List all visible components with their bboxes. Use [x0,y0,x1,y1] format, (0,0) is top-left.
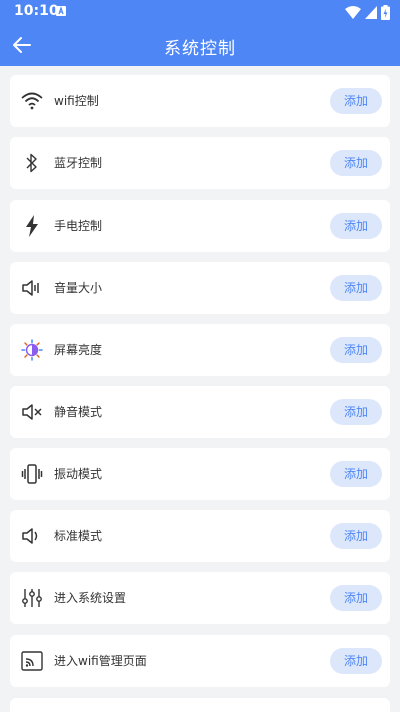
item-label: 屏幕亮度 [54,343,103,357]
vibrate-icon [20,462,44,486]
list-item-mute: 静音模式 添加 [10,386,390,438]
app-bar: 系统控制 [0,24,400,66]
volume-icon [20,276,44,300]
list-item-next-partial [10,698,390,712]
wifi-signal-icon [345,6,361,19]
list-item-bluetooth: 蓝牙控制 添加 [10,137,390,189]
add-button[interactable]: 添加 [330,275,382,301]
item-label: 标准模式 [54,529,103,543]
brightness-icon [20,338,44,362]
list-item-volume: 音量大小 添加 [10,262,390,314]
add-button[interactable]: 添加 [330,337,382,363]
add-button[interactable]: 添加 [330,150,382,176]
list-item-wifi: wifi控制 添加 [10,75,390,127]
add-button[interactable]: 添加 [330,523,382,549]
add-button[interactable]: 添加 [330,461,382,487]
wifi-settings-icon [20,649,44,673]
list-item-flashlight: 手电控制 添加 [10,200,390,252]
add-button[interactable]: 添加 [330,648,382,674]
item-label: wifi控制 [54,94,99,108]
item-label: 进入系统设置 [54,591,127,605]
item-label: 蓝牙控制 [54,156,103,170]
notification-icon [56,6,66,16]
list-item-wifi-settings: 进入wifi管理页面 添加 [10,635,390,687]
item-label: 振动模式 [54,467,103,481]
list-item-vibrate: 振动模式 添加 [10,448,390,500]
bluetooth-icon [20,151,44,175]
cell-signal-icon [365,6,377,19]
status-time: 10:10 [14,3,59,19]
list-item-brightness: 屏幕亮度 添加 [10,324,390,376]
add-button[interactable]: 添加 [330,213,382,239]
add-button[interactable]: 添加 [330,88,382,114]
mute-icon [20,400,44,424]
item-label: 音量大小 [54,281,103,295]
item-label: 手电控制 [54,219,103,233]
add-button[interactable]: 添加 [330,585,382,611]
settings-sliders-icon [20,586,44,610]
add-button[interactable]: 添加 [330,399,382,425]
list-item-standard: 标准模式 添加 [10,510,390,562]
page-title: 系统控制 [164,39,236,59]
battery-icon [381,4,390,20]
wifi-icon [20,89,44,113]
status-bar: 10:10 [0,0,400,24]
sound-icon [20,524,44,548]
flashlight-icon [20,214,44,238]
item-label: 静音模式 [54,405,103,419]
list-item-system-settings: 进入系统设置 添加 [10,572,390,624]
item-label: 进入wifi管理页面 [54,654,147,668]
